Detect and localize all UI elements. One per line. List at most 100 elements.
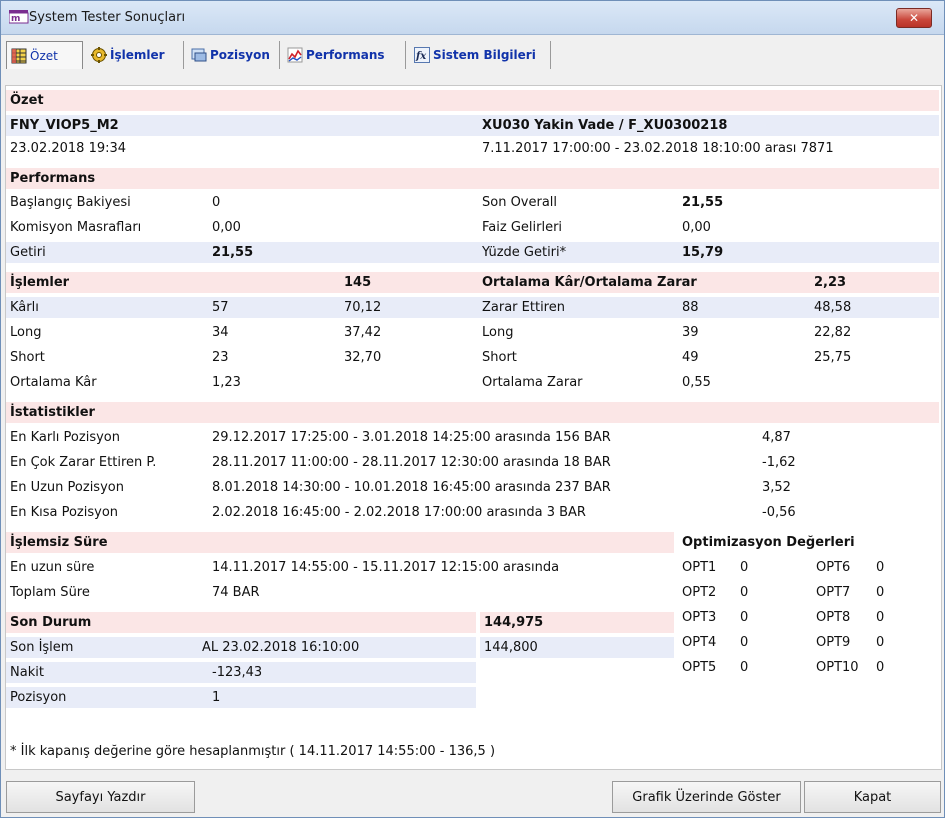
idle-longest-row: En uzun süre 14.11.2017 14:55:00 - 15.11… xyxy=(6,557,674,578)
tab-pozisyon[interactable]: Pozisyon xyxy=(187,41,280,69)
idle-value: 74 BAR xyxy=(212,585,260,600)
metric-value: 0 xyxy=(212,195,221,210)
avg-profit-loss-title: Ortalama Kâr/Ortalama Zarar xyxy=(482,275,697,290)
metric-value: 15,79 xyxy=(682,245,724,260)
trade-label: Zarar Ettiren xyxy=(482,300,565,315)
position-row: Pozisyon 1 xyxy=(6,687,476,708)
opt-value: 0 xyxy=(876,660,885,675)
show-on-chart-button[interactable]: Grafik Üzerinde Göster xyxy=(612,781,801,813)
idle-value: 14.11.2017 14:55:00 - 15.11.2017 12:15:0… xyxy=(212,560,560,575)
opt-value: 0 xyxy=(876,610,885,625)
opt-value: 0 xyxy=(876,635,885,650)
opt-row: OPT3 0 OPT8 0 xyxy=(682,607,939,628)
close-button[interactable]: Kapat xyxy=(804,781,941,813)
trade-label: Short xyxy=(482,350,517,365)
optimization-title: Optimizasyon Değerleri xyxy=(682,535,855,550)
tab-sistem-bilgileri[interactable]: fx Sistem Bilgileri xyxy=(410,41,551,69)
opt-name: OPT5 xyxy=(682,660,717,675)
stat-row: En Çok Zarar Ettiren P. 28.11.2017 11:00… xyxy=(6,452,939,473)
avg-profit-loss-value: 2,23 xyxy=(814,275,847,290)
trade-value: 48,58 xyxy=(814,300,852,315)
opt-name: OPT1 xyxy=(682,560,717,575)
opt-value: 0 xyxy=(876,560,885,575)
section-title: İşlemler xyxy=(10,275,70,290)
stat-label: En Kısa Pozisyon xyxy=(10,505,119,520)
print-button[interactable]: Sayfayı Yazdır xyxy=(6,781,195,813)
cash-row: Nakit -123,43 xyxy=(6,662,476,683)
opt-value: 0 xyxy=(876,585,885,600)
trade-label: Long xyxy=(482,325,514,340)
cash-value: -123,43 xyxy=(212,665,263,680)
grid-icon xyxy=(11,48,27,64)
last-trade-value: AL 23.02.2018 16:10:00 xyxy=(202,640,360,655)
tab-bar: Özet İşlemler Pozisyon Performans fx Sis… xyxy=(1,35,944,73)
last-trade-label: Son İşlem xyxy=(10,640,74,655)
trade-count: 1,23 xyxy=(212,375,241,390)
gear-coins-icon xyxy=(91,47,107,63)
trade-count: 39 xyxy=(682,325,699,340)
section-title: Özet xyxy=(10,93,44,108)
stat-row: En Kısa Pozisyon 2.02.2018 16:45:00 - 2.… xyxy=(6,502,939,523)
metric-label: Faiz Gelirleri xyxy=(482,220,563,235)
run-datetime: 23.02.2018 19:34 xyxy=(10,141,127,156)
last-trade-price-cell: 144,800 xyxy=(480,637,674,658)
opt-name: OPT9 xyxy=(816,635,851,650)
stat-detail: 8.01.2018 14:30:00 - 10.01.2018 16:45:00… xyxy=(212,480,611,495)
optimization-header: Optimizasyon Değerleri xyxy=(682,532,939,553)
section-title: Son Durum xyxy=(10,615,92,630)
symbol-name: XU030 Yakin Vade / F_XU0300218 xyxy=(482,118,728,133)
svg-text:m: m xyxy=(11,14,20,24)
app-icon: m xyxy=(8,10,29,24)
trade-row: Long 34 37,42 Long 39 22,82 xyxy=(6,322,939,343)
trade-count: 145 xyxy=(344,275,372,290)
stat-value: -0,56 xyxy=(762,505,796,520)
metric-value: 21,55 xyxy=(682,195,724,210)
run-info-row: 23.02.2018 19:34 7.11.2017 17:00:00 - 23… xyxy=(6,138,939,159)
opt-row: OPT1 0 OPT6 0 xyxy=(682,557,939,578)
opt-value: 0 xyxy=(740,660,749,675)
trade-label: Long xyxy=(10,325,42,340)
trade-value: 37,42 xyxy=(344,325,382,340)
system-row: FNY_VIOP5_M2 XU030 Yakin Vade / F_XU0300… xyxy=(6,115,939,136)
section-performans-header: Performans xyxy=(6,168,939,189)
tab-label: Pozisyon xyxy=(210,48,270,62)
stat-value: -1,62 xyxy=(762,455,796,470)
stat-value: 3,52 xyxy=(762,480,791,495)
metric-value: 21,55 xyxy=(212,245,254,260)
performance-row: Getiri 21,55 Yüzde Getiri* 15,79 xyxy=(6,242,939,263)
trade-value: 22,82 xyxy=(814,325,852,340)
tab-islemler[interactable]: İşlemler xyxy=(87,41,184,69)
trade-label: Kârlı xyxy=(10,300,39,315)
trade-count: 23 xyxy=(212,350,229,365)
section-islemsiz-header: İşlemsiz Süre xyxy=(6,532,674,553)
fx-icon: fx xyxy=(414,47,430,63)
opt-row: OPT2 0 OPT7 0 xyxy=(682,582,939,603)
stat-row: En Uzun Pozisyon 8.01.2018 14:30:00 - 10… xyxy=(6,477,939,498)
trade-count: 0,55 xyxy=(682,375,711,390)
trade-row: Short 23 32,70 Short 49 25,75 xyxy=(6,347,939,368)
idle-label: En uzun süre xyxy=(10,560,95,575)
stat-label: En Karlı Pozisyon xyxy=(10,430,120,445)
trade-count: 57 xyxy=(212,300,229,315)
trade-label: Ortalama Kâr xyxy=(10,375,97,390)
tab-label: Performans xyxy=(306,48,385,62)
section-ozet-header: Özet xyxy=(6,90,939,111)
idle-total-row: Toplam Süre 74 BAR xyxy=(6,582,674,603)
title-bar: m System Tester Sonuçları ✕ xyxy=(1,1,944,35)
trade-value: 25,75 xyxy=(814,350,852,365)
trade-value: 32,70 xyxy=(344,350,382,365)
metric-value: 0,00 xyxy=(682,220,711,235)
svg-text:fx: fx xyxy=(415,51,427,62)
tab-performans[interactable]: Performans xyxy=(283,41,406,69)
tab-ozet[interactable]: Özet xyxy=(6,41,83,69)
trade-value: 70,12 xyxy=(344,300,382,315)
test-range: 7.11.2017 17:00:00 - 23.02.2018 18:10:00… xyxy=(482,141,834,156)
metric-label: Yüzde Getiri* xyxy=(482,245,567,260)
trade-row: Kârlı 57 70,12 Zarar Ettiren 88 48,58 xyxy=(6,297,939,318)
metric-label: Komisyon Masrafları xyxy=(10,220,142,235)
opt-value: 0 xyxy=(740,635,749,650)
opt-value: 0 xyxy=(740,560,749,575)
opt-name: OPT4 xyxy=(682,635,717,650)
window-close-button[interactable]: ✕ xyxy=(896,8,932,28)
trade-count: 88 xyxy=(682,300,699,315)
